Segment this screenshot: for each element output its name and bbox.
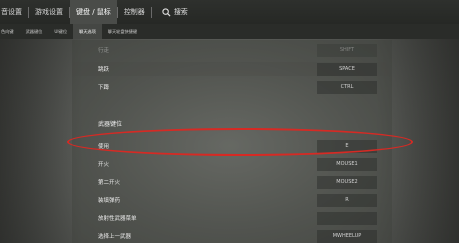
subtab-ui-keys[interactable]: UI键位 [48, 24, 73, 39]
subtab-chat-wheel-shortcuts[interactable]: 聊天轮盘快捷键 [102, 24, 143, 39]
key-field[interactable]: R [317, 193, 377, 207]
subtab-chat-options[interactable]: 聊天选项 [73, 24, 102, 39]
binding-row-reload[interactable]: 装填弹药 R [72, 193, 392, 207]
tab-audio-settings[interactable]: 音设置 [0, 0, 28, 24]
subtab-direction-keys[interactable]: 色向键 [0, 24, 20, 39]
search-button[interactable]: 搜索 [152, 7, 188, 17]
key-field[interactable]: SPACE [317, 62, 377, 76]
binding-label: 跳跃 [98, 67, 110, 73]
key-field[interactable]: SHIFT [317, 43, 377, 57]
binding-label: 装填弹药 [98, 198, 121, 204]
key-field[interactable]: MOUSE1 [317, 157, 377, 171]
binding-row-crouch[interactable]: 下蹲 CTRL [72, 80, 392, 94]
binding-row-previous-weapon[interactable]: 选择上一武器 MWHEELUP [72, 229, 392, 243]
binding-row-jump[interactable]: 跳跃 SPACE [72, 62, 392, 76]
subtab-weapon-keys[interactable]: 武器键位 [20, 24, 49, 39]
binding-label: 开火 [98, 162, 110, 168]
binding-row-secondary-fire[interactable]: 第二开火 MOUSE2 [72, 175, 392, 189]
key-field[interactable]: MOUSE2 [317, 175, 377, 189]
search-icon [162, 7, 171, 17]
tab-keyboard-mouse[interactable]: 键盘 / 鼠标 [70, 0, 117, 24]
key-field[interactable]: MWHEELUP [317, 229, 377, 243]
binding-label: 放射性武器菜单 [98, 216, 137, 222]
binding-label: 下蹲 [98, 85, 110, 91]
red-highlight-ellipse [67, 128, 413, 156]
binding-label: 第二开火 [98, 180, 121, 186]
search-label: 搜索 [173, 8, 188, 16]
binding-row-radial-weapon-menu[interactable]: 放射性武器菜单 [72, 211, 392, 225]
top-nav: 音设置 游戏设置 键盘 / 鼠标 控制器 搜索 [0, 0, 459, 24]
sub-nav: 色向键 武器键位 UI键位 聊天选项 聊天轮盘快捷键 [0, 24, 459, 39]
binding-label: 行走 [98, 48, 110, 54]
binding-label: 选择上一武器 [98, 234, 132, 240]
section-title-weapon-keys: 武器键位 [98, 121, 123, 128]
key-field[interactable] [317, 211, 377, 225]
tab-controller[interactable]: 控制器 [118, 0, 151, 24]
key-field[interactable]: CTRL [317, 80, 377, 94]
tab-game-settings[interactable]: 游戏设置 [29, 0, 69, 24]
binding-row-walk[interactable]: 行走 SHIFT [72, 43, 392, 57]
binding-row-fire[interactable]: 开火 MOUSE1 [72, 157, 392, 171]
